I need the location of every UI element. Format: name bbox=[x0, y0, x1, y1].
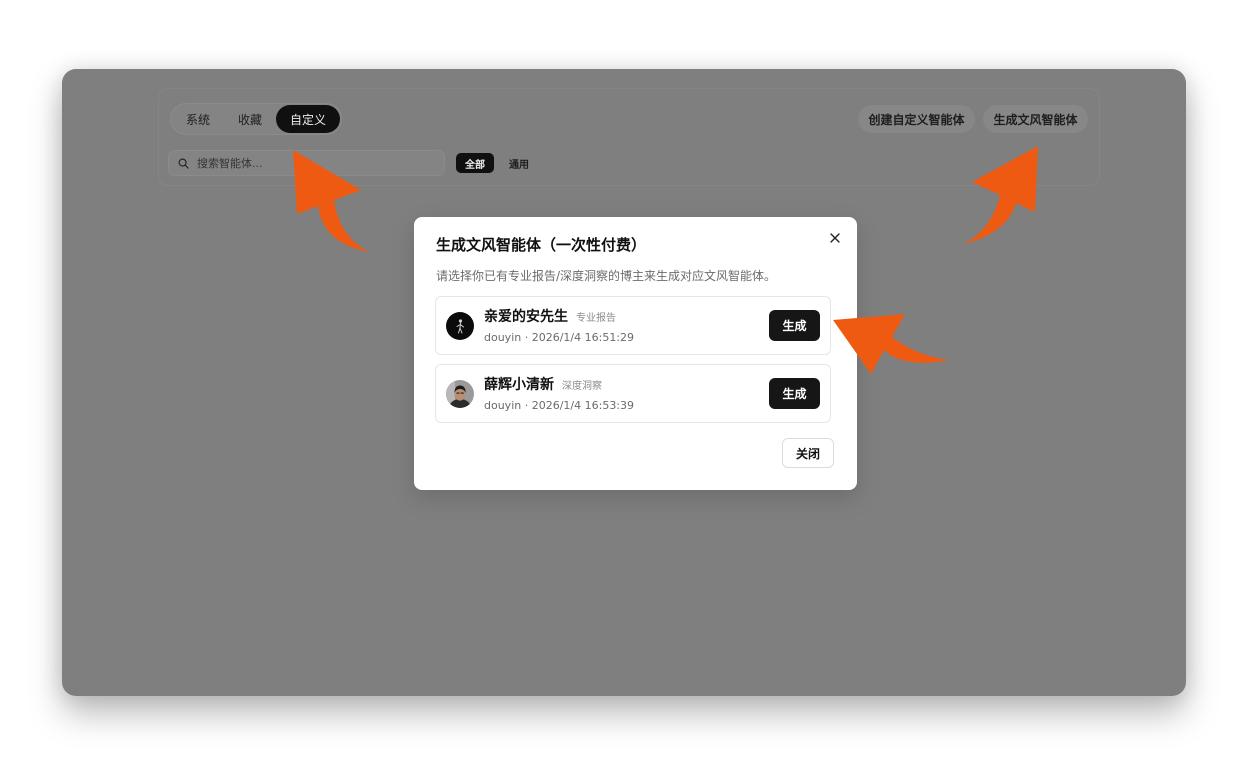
search-icon bbox=[178, 158, 189, 169]
filter-general[interactable]: 通用 bbox=[503, 153, 535, 173]
search-box bbox=[168, 150, 445, 176]
blogger-name: 薛辉小清新 bbox=[484, 377, 554, 393]
category-tabs: 系统 收藏 自定义 bbox=[170, 103, 342, 135]
generate-style-agent-dialog: 生成文风智能体（一次性付费） 请选择你已有专业报告/深度洞察的博主来生成对应文风… bbox=[414, 217, 857, 490]
blogger-meta: douyin · 2026/1/4 16:53:39 bbox=[484, 399, 635, 412]
generate-button[interactable]: 生成 bbox=[769, 310, 820, 341]
close-dialog-button[interactable]: 关闭 bbox=[782, 438, 834, 468]
search-input[interactable] bbox=[195, 155, 444, 171]
blogger-title-row: 薛辉小清新 深度洞察 bbox=[484, 376, 602, 394]
blogger-item: 亲爱的安先生 专业报告 douyin · 2026/1/4 16:51:29 生… bbox=[435, 296, 831, 355]
blogger-meta: douyin · 2026/1/4 16:51:29 bbox=[484, 331, 635, 344]
avatar-icon bbox=[446, 380, 474, 408]
create-custom-agent-button[interactable]: 创建自定义智能体 bbox=[858, 105, 975, 133]
generate-style-agent-button[interactable]: 生成文风智能体 bbox=[983, 105, 1088, 133]
tab-favorites[interactable]: 收藏 bbox=[224, 105, 276, 133]
blogger-tag: 深度洞察 bbox=[562, 381, 602, 392]
blogger-item: 薛辉小清新 深度洞察 douyin · 2026/1/4 16:53:39 生成 bbox=[435, 364, 831, 423]
blogger-tag: 专业报告 bbox=[576, 313, 616, 324]
blogger-title-row: 亲爱的安先生 专业报告 bbox=[484, 308, 616, 326]
close-icon[interactable] bbox=[827, 230, 843, 246]
blogger-name: 亲爱的安先生 bbox=[484, 309, 568, 325]
avatar-icon bbox=[446, 312, 474, 340]
dialog-title: 生成文风智能体（一次性付费） bbox=[436, 236, 647, 254]
tab-system[interactable]: 系统 bbox=[172, 105, 224, 133]
generate-button[interactable]: 生成 bbox=[769, 378, 820, 409]
tab-custom[interactable]: 自定义 bbox=[276, 105, 340, 133]
filter-all[interactable]: 全部 bbox=[456, 153, 494, 173]
dialog-description: 请选择你已有专业报告/深度洞察的博主来生成对应文风智能体。 bbox=[436, 269, 777, 283]
